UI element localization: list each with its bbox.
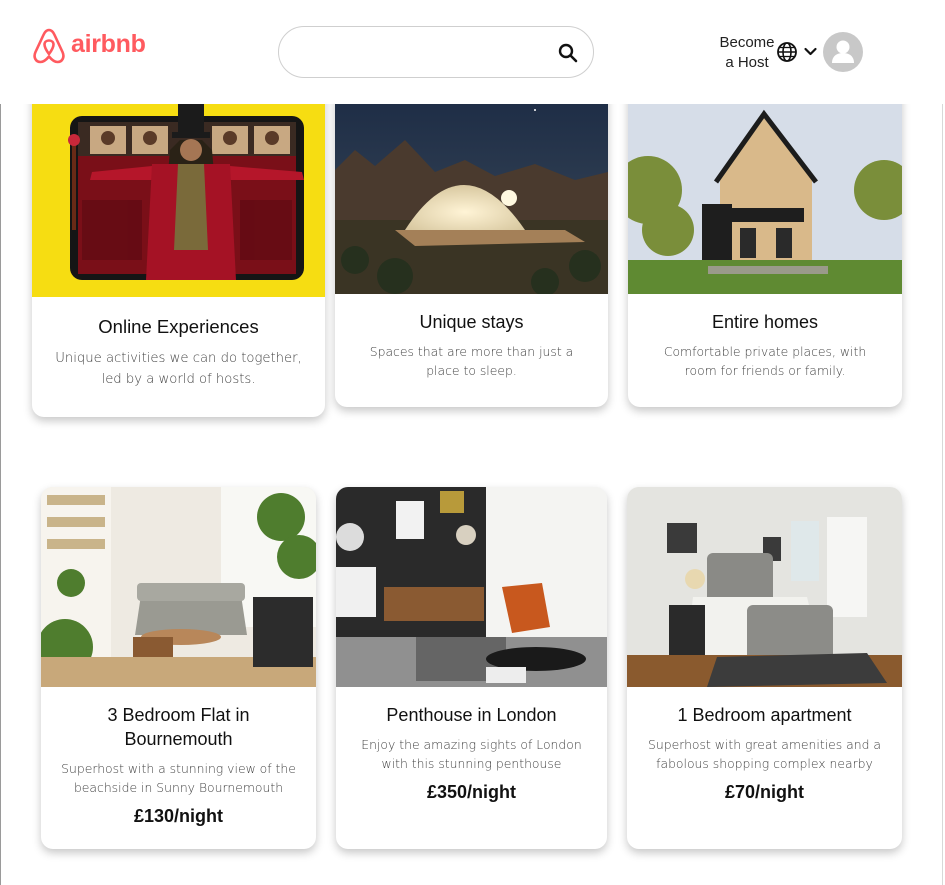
- search-bar[interactable]: [278, 26, 594, 78]
- host-line-2: a Host: [725, 54, 769, 71]
- listing-description: Superhost with great amenities and a fab…: [647, 737, 881, 771]
- entire-homes-image: [628, 80, 902, 294]
- chevron-down-icon[interactable]: [803, 44, 818, 59]
- unique-stays-image: [335, 80, 608, 294]
- airbnb-logo[interactable]: airbnb: [31, 27, 146, 65]
- globe-icon[interactable]: [776, 41, 798, 63]
- card-description: Spaces that are more than just a place t…: [369, 344, 574, 378]
- online-experiences-image: [32, 80, 325, 297]
- category-card-unique-stays[interactable]: Unique stays Spaces that are more than j…: [335, 80, 608, 407]
- bedroom-apartment-image: [627, 487, 902, 687]
- card-title: Entire homes: [711, 312, 819, 332]
- card-description: Unique activities we can do together, le…: [55, 351, 302, 387]
- window-left-border: [0, 0, 1, 885]
- listing-title: 3 Bedroom Flat in Bournemouth: [107, 705, 250, 749]
- search-icon[interactable]: [557, 42, 579, 64]
- listing-title: 1 Bedroom apartment: [677, 705, 852, 725]
- category-card-online-experiences[interactable]: Online Experiences Unique activities we …: [32, 80, 325, 417]
- bournemouth-flat-image: [41, 487, 316, 687]
- listing-price: £70/night: [724, 782, 804, 802]
- window-right-border: [942, 0, 943, 885]
- listing-title: Penthouse in London: [386, 705, 557, 725]
- listing-description: Enjoy the amazing sights of London with …: [361, 737, 582, 771]
- become-a-host-link[interactable]: Become a Host: [712, 33, 782, 73]
- card-description: Comfortable private places, with room fo…: [663, 344, 867, 378]
- card-title: Online Experiences: [98, 316, 259, 337]
- listing-price: £130/night: [133, 806, 224, 826]
- listing-description: Superhost with a stunning view of the be…: [61, 761, 296, 795]
- host-line-1: Become: [719, 34, 775, 51]
- airbnb-belo-icon: [33, 28, 65, 64]
- listing-card-penthouse-london[interactable]: Penthouse in London Enjoy the amazing si…: [336, 487, 607, 849]
- listing-price: £350/night: [426, 782, 517, 802]
- brand-wordmark: airbnb: [71, 29, 146, 58]
- card-title: Unique stays: [419, 312, 524, 332]
- top-navigation-bar: airbnb Become a Host: [0, 0, 945, 104]
- category-card-entire-homes[interactable]: Entire homes Comfortable private places,…: [628, 80, 902, 407]
- user-avatar-icon[interactable]: [823, 32, 863, 72]
- search-input[interactable]: [297, 39, 547, 67]
- penthouse-london-image: [336, 487, 607, 687]
- listing-card-1-bedroom-apartment[interactable]: 1 Bedroom apartment Superhost with great…: [627, 487, 902, 849]
- listing-card-bournemouth[interactable]: 3 Bedroom Flat in Bournemouth Superhost …: [41, 487, 316, 849]
